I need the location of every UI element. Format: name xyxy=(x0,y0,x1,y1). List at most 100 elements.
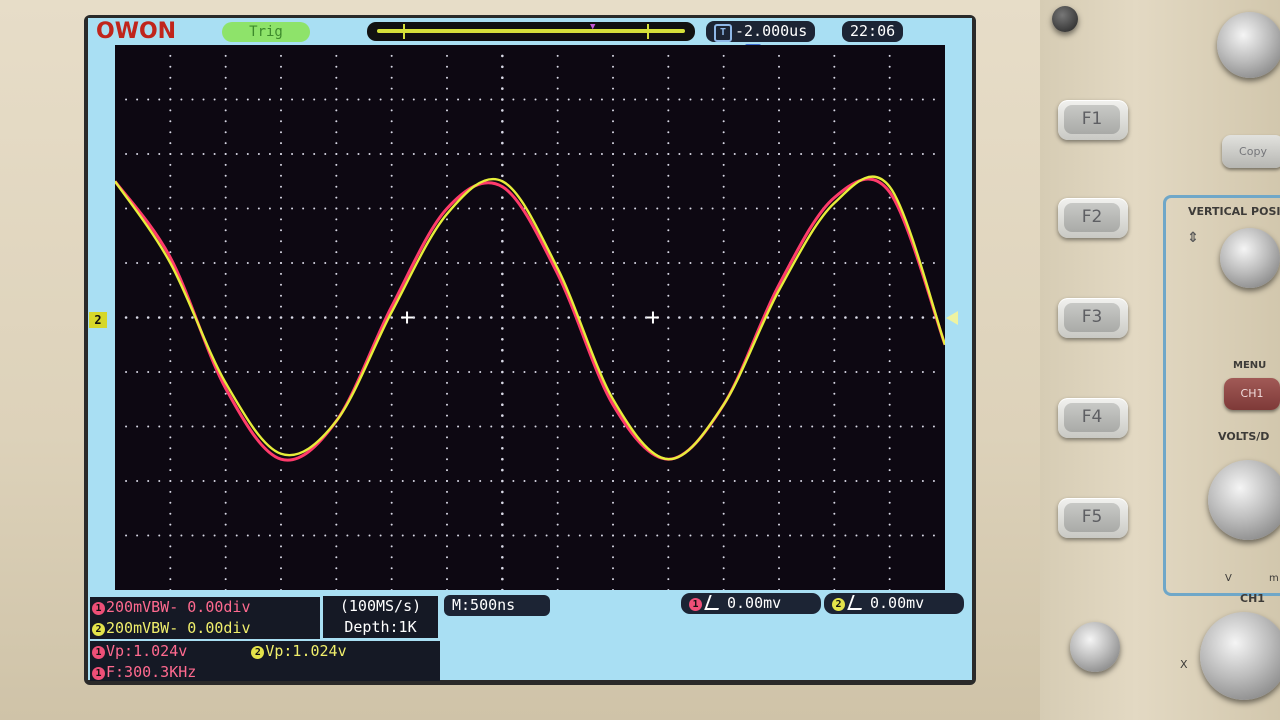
f3-button[interactable]: F3 xyxy=(1058,298,1128,338)
grid-dot xyxy=(169,545,172,548)
grid-dot xyxy=(224,469,227,472)
grid-dot xyxy=(446,98,448,101)
grid-dot xyxy=(866,480,869,482)
grid-dot xyxy=(224,294,227,297)
grid-dot xyxy=(147,371,150,373)
grid-dot xyxy=(202,316,205,319)
f2-button[interactable]: F2 xyxy=(1058,198,1128,238)
grid-dot xyxy=(501,141,504,145)
grid-dot xyxy=(888,338,891,341)
ch1-position-knob[interactable] xyxy=(1200,612,1280,700)
grid-dot xyxy=(335,523,338,526)
grid-dot xyxy=(169,54,172,57)
grid-dot xyxy=(136,153,139,155)
grid-dot xyxy=(733,371,736,373)
grid-dot xyxy=(534,98,537,101)
trigger-level-arrow-icon xyxy=(946,311,958,325)
grid-dot xyxy=(667,490,670,493)
grid-dot xyxy=(612,371,614,373)
grid-dot xyxy=(169,458,172,461)
grid-dot xyxy=(656,425,659,428)
volts-div-knob[interactable] xyxy=(1208,460,1280,540)
grid-dot xyxy=(910,480,913,482)
grid-dot xyxy=(689,153,692,155)
grid-dot xyxy=(800,207,803,210)
ch1-menu-button[interactable]: CH1 xyxy=(1224,378,1280,410)
multipurpose-knob[interactable] xyxy=(1217,12,1280,78)
grid-dot xyxy=(280,218,282,221)
grid-dot xyxy=(556,425,559,428)
grid-dot xyxy=(291,262,294,264)
grid-dot xyxy=(556,469,559,472)
grid-dot xyxy=(755,262,758,264)
grid-dot xyxy=(545,153,548,155)
grid-dot xyxy=(335,272,338,275)
grid-dot xyxy=(789,98,792,101)
grid-dot xyxy=(645,480,648,482)
grid-dot xyxy=(468,153,471,155)
grid-dot xyxy=(390,283,393,286)
grid-dot xyxy=(501,534,504,537)
power-led-icon xyxy=(1052,6,1078,32)
grid-dot xyxy=(169,109,172,112)
grid-dot xyxy=(667,131,670,134)
grid-dot xyxy=(556,567,559,570)
vertical-position-knob[interactable] xyxy=(1220,228,1280,288)
copy-button[interactable]: Copy xyxy=(1222,135,1280,168)
mv-label: m xyxy=(1269,573,1279,584)
grid-dot xyxy=(733,153,736,155)
grid-dot xyxy=(169,283,172,286)
grid-dot xyxy=(478,316,482,319)
grid-dot xyxy=(722,327,725,330)
grid-dot xyxy=(169,153,172,155)
auxiliary-button[interactable] xyxy=(1070,622,1120,672)
grid-dot xyxy=(523,480,526,482)
grid-dot xyxy=(335,447,338,450)
grid-dot xyxy=(446,447,448,450)
grid-dot xyxy=(766,534,769,537)
f5-button[interactable]: F5 xyxy=(1058,498,1128,538)
grid-dot xyxy=(778,251,780,254)
f4-button[interactable]: F4 xyxy=(1058,398,1128,438)
grid-dot xyxy=(755,207,758,210)
grid-dot xyxy=(722,480,725,482)
grid-dot xyxy=(335,338,338,341)
grid-dot xyxy=(778,294,780,297)
grid-dot xyxy=(246,316,250,319)
grid-dot xyxy=(766,262,769,264)
grid-dot xyxy=(335,414,338,417)
grid-dot xyxy=(390,98,393,101)
grid-dot xyxy=(280,163,282,166)
grid-dot xyxy=(556,327,559,330)
grid-dot xyxy=(656,480,659,482)
grid-dot xyxy=(778,534,780,537)
grid-dot xyxy=(888,218,891,221)
grid-dot xyxy=(888,163,891,166)
grid-dot xyxy=(778,480,780,482)
grid-dot xyxy=(667,534,670,537)
grid-dot xyxy=(125,425,128,428)
f1-button[interactable]: F1 xyxy=(1058,100,1128,140)
grid-dot xyxy=(280,414,282,417)
grid-dot xyxy=(280,294,282,297)
grid-dot xyxy=(722,305,725,308)
grid-dot xyxy=(800,98,803,101)
grid-dot xyxy=(855,316,858,319)
grid-dot xyxy=(844,262,847,264)
grid-dot xyxy=(346,425,349,428)
grid-dot xyxy=(357,534,360,537)
grid-dot xyxy=(335,381,338,384)
grid-dot xyxy=(833,207,836,210)
grid-dot xyxy=(446,381,448,384)
grid-dot xyxy=(357,316,360,319)
grid-dot xyxy=(556,316,559,319)
grid-dot xyxy=(612,578,614,581)
grid-dot xyxy=(755,534,758,537)
grid-dot xyxy=(335,567,338,570)
grid-dot xyxy=(235,316,239,319)
grid-dot xyxy=(368,262,371,264)
grid-dot xyxy=(700,98,703,101)
grid-dot xyxy=(612,251,614,254)
grid-dot xyxy=(169,414,172,417)
grid-dot xyxy=(877,98,880,101)
